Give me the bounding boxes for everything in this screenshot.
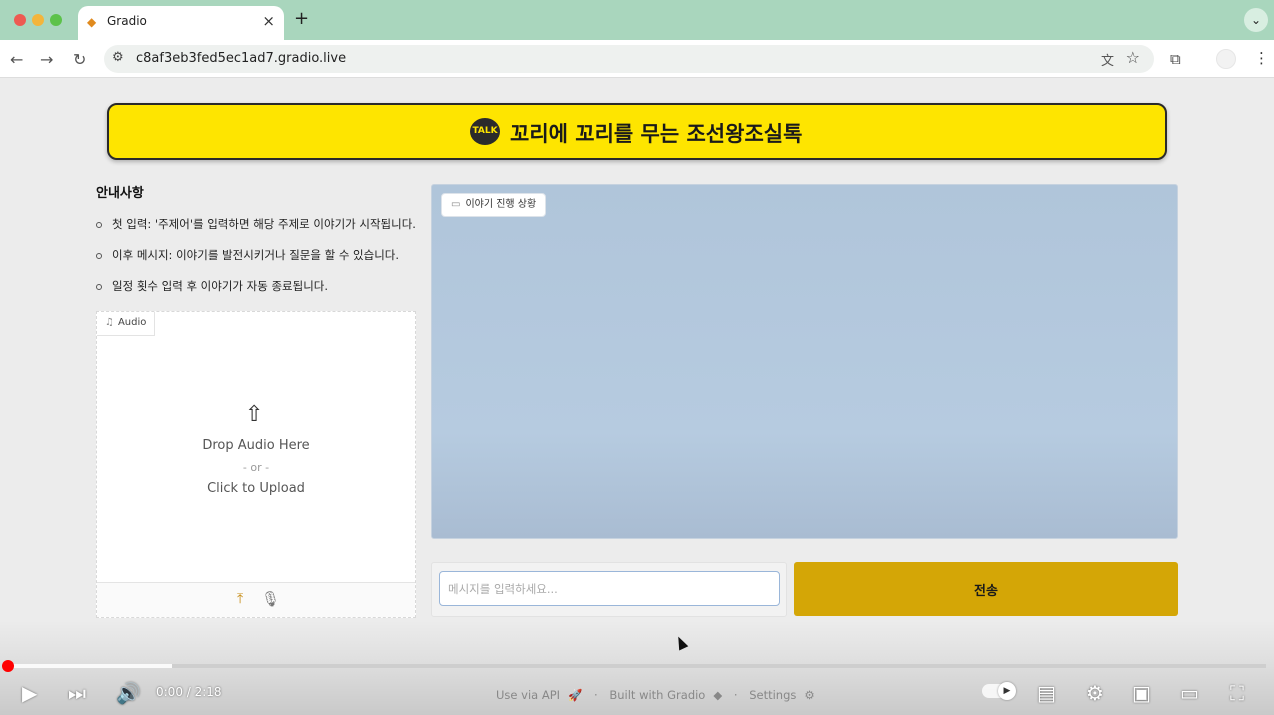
browser-menu-icon[interactable]: ⋮ <box>1254 49 1269 67</box>
miniplayer-icon[interactable]: ▣ <box>1132 681 1151 705</box>
kakao-talk-icon: TALK <box>470 118 500 145</box>
translate-icon[interactable]: 文 <box>1101 50 1114 69</box>
fullscreen-icon[interactable]: ⛶ <box>1230 681 1244 705</box>
forward-arrow-icon[interactable]: → <box>40 50 53 69</box>
click-to-upload-text[interactable]: Click to Upload <box>97 481 415 496</box>
audio-source-bar: ⤒ 🎙 <box>97 582 415 617</box>
site-info-icon[interactable]: ⚙ <box>112 50 124 65</box>
new-tab-button[interactable]: + <box>294 8 309 29</box>
theater-mode-icon[interactable]: ▭ <box>1180 681 1199 705</box>
app-banner: TALK 꼬리에 꼬리를 무는 조선왕조실톡 <box>107 103 1167 160</box>
notice-heading: 안내사항 <box>96 186 144 201</box>
audio-label: ♫ Audio <box>97 312 156 336</box>
built-with-gradio-link[interactable]: Built with Gradio <box>609 688 705 702</box>
notice-item: 이후 메시지: 이야기를 발전시키거나 질문을 할 수 있습니다. <box>96 245 426 276</box>
drop-audio-text: Drop Audio Here <box>202 438 310 453</box>
microphone-icon[interactable]: 🎙 <box>261 590 280 608</box>
minimize-window-button[interactable] <box>32 14 44 26</box>
send-button[interactable]: 전송 <box>794 562 1178 616</box>
video-time: 0:00 / 2:18 <box>156 685 222 699</box>
or-separator: - or - <box>242 461 270 474</box>
gradio-footer: Use via API 🚀 · Built with Gradio ◆ · Sett… <box>496 688 823 702</box>
browser-nav-bar: ← → ↻ ⚙ c8af3eb3fed5ec1ad7.gradio.live 文… <box>0 40 1274 78</box>
player-settings-icon[interactable]: ⚙ <box>1086 681 1104 705</box>
browser-tab[interactable]: ◆ Gradio × <box>78 6 284 40</box>
upload-source-icon[interactable]: ⤒ <box>237 591 243 607</box>
extensions-icon[interactable]: ⧉ <box>1170 50 1181 68</box>
upload-icon[interactable]: ⇧ <box>245 402 263 427</box>
chatbot-panel: ▭ 이야기 진행 상황 <box>431 184 1178 539</box>
play-icon[interactable]: ▶ <box>22 681 37 705</box>
notice-list: 첫 입력: '주제어'를 입력하면 해당 주제로 이야기가 시작됩니다. 이후 … <box>96 214 426 307</box>
profile-avatar[interactable] <box>1216 49 1236 69</box>
app-title: 꼬리에 꼬리를 무는 조선왕조실톡 <box>510 122 803 146</box>
footer-dot: · <box>733 688 738 702</box>
buffered-bar <box>8 664 172 668</box>
tab-title: Gradio <box>107 14 147 28</box>
reload-icon[interactable]: ↻ <box>73 50 86 69</box>
chat-bubble-icon: ▭ <box>451 199 461 210</box>
close-window-button[interactable] <box>14 14 26 26</box>
gradio-logo-icon: ◆ <box>713 688 723 702</box>
back-arrow-icon[interactable]: ← <box>10 50 23 69</box>
url-text[interactable]: c8af3eb3fed5ec1ad7.gradio.live <box>136 51 346 66</box>
notice-item: 첫 입력: '주제어'를 입력하면 해당 주제로 이야기가 시작됩니다. <box>96 214 426 245</box>
tab-search-chevron-icon[interactable]: ⌄ <box>1244 8 1268 32</box>
audio-upload-area[interactable]: ♫ Audio ⇧ Drop Audio Here - or - Click to… <box>96 311 416 618</box>
footer-dot: · <box>594 688 598 702</box>
music-note-icon: ♫ <box>105 317 114 328</box>
video-progress-bar[interactable] <box>8 664 1266 668</box>
audio-label-text: Audio <box>117 317 147 328</box>
tab-close-icon[interactable]: × <box>262 12 275 30</box>
gradio-favicon-icon: ◆ <box>87 15 97 29</box>
message-input[interactable] <box>439 571 780 606</box>
autoplay-play-icon: ▶ <box>998 682 1016 700</box>
browser-tab-bar: ◆ Gradio × + ⌄ <box>0 0 1274 40</box>
chatbot-label-text: 이야기 진행 상황 <box>465 199 537 210</box>
volume-icon[interactable]: 🔊 <box>116 681 141 705</box>
next-video-icon[interactable]: ⏭ <box>68 681 86 705</box>
autoplay-toggle[interactable]: ▶ <box>982 682 1016 700</box>
settings-link[interactable]: Settings <box>749 688 796 702</box>
notice-item: 일정 횟수 입력 후 이야기가 자동 종료됩니다. <box>96 276 426 307</box>
bookmark-star-icon[interactable]: ☆ <box>1126 48 1140 67</box>
maximize-window-button[interactable] <box>50 14 62 26</box>
use-via-api-link[interactable]: Use via API <box>496 688 560 702</box>
subtitles-icon[interactable]: ▤ <box>1037 681 1056 705</box>
address-bar[interactable]: ⚙ c8af3eb3fed5ec1ad7.gradio.live 文 ☆ <box>104 45 1154 73</box>
message-input-container <box>431 562 787 617</box>
chatbot-label: ▭ 이야기 진행 상황 <box>441 193 547 217</box>
settings-gear-icon: ⚙ <box>804 688 815 702</box>
scrubber-handle[interactable] <box>2 660 14 672</box>
rocket-icon: 🚀 <box>568 688 583 702</box>
